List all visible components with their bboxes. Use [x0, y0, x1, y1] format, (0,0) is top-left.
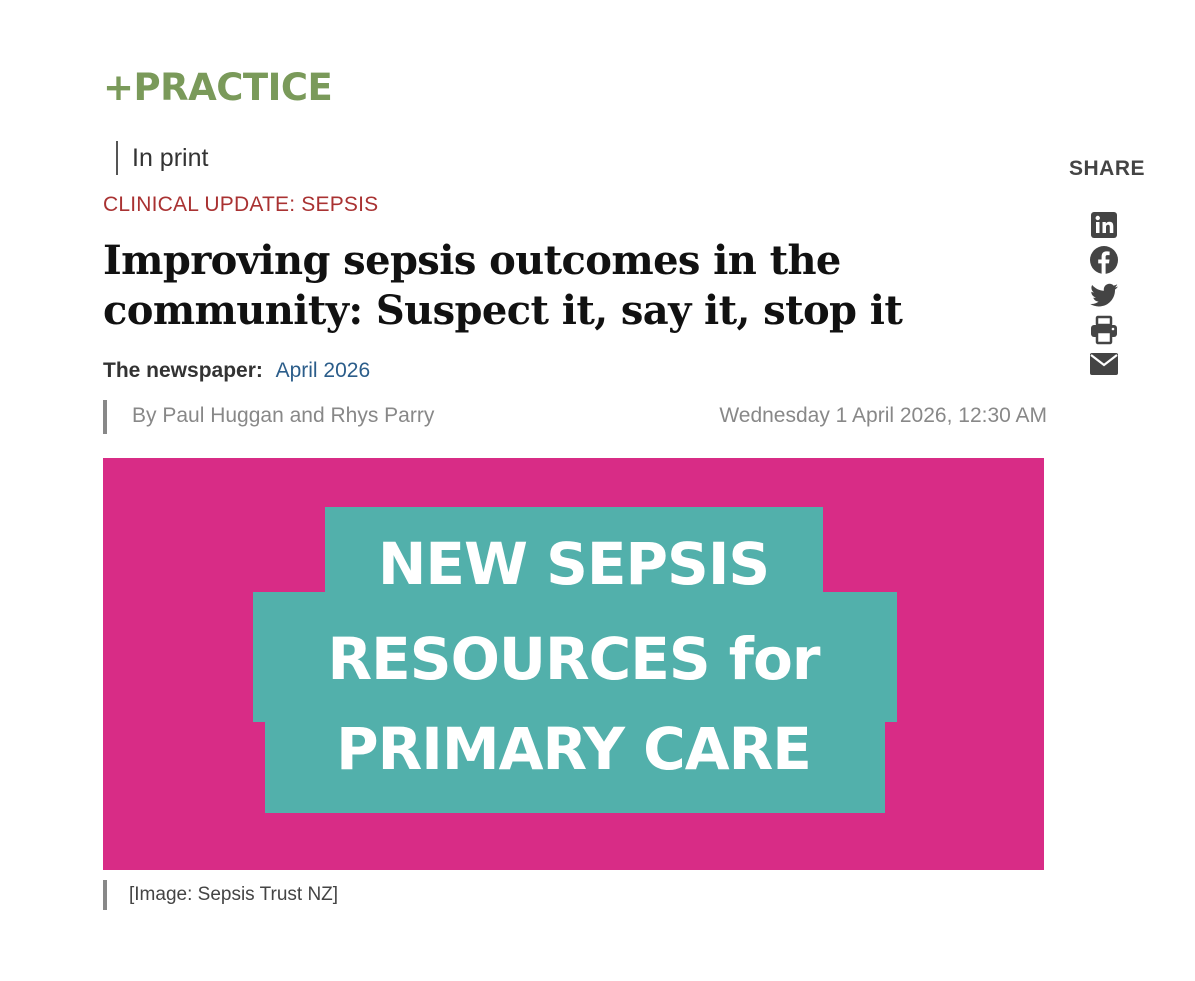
- article-category[interactable]: CLINICAL UPDATE: SEPSIS: [103, 193, 378, 217]
- publish-date: Wednesday 1 April 2026, 12:30 AM: [719, 404, 1047, 427]
- newspaper-issue: The newspaper: April 2026: [103, 358, 370, 384]
- article-body-fade: [103, 970, 803, 981]
- email-icon[interactable]: [1088, 348, 1120, 380]
- hero-text-line-1: NEW SEPSIS: [377, 530, 770, 598]
- hero-text-line-3: PRIMARY CARE: [336, 715, 812, 783]
- article-headline: Improving sepsis outcomes in the communi…: [103, 237, 903, 334]
- share-label: SHARE: [1069, 157, 1146, 180]
- byline: By Paul Huggan and Rhys Parry: [132, 404, 435, 427]
- section-label[interactable]: In print: [116, 141, 208, 175]
- hero-image: NEW SEPSIS RESOURCES for PRIMARY CARE: [103, 458, 1044, 870]
- facebook-icon[interactable]: [1088, 244, 1120, 276]
- newspaper-label: The newspaper:: [103, 359, 263, 382]
- twitter-icon[interactable]: [1088, 279, 1120, 311]
- issue-link[interactable]: April 2026: [276, 359, 371, 382]
- hero-text-line-2: RESOURCES for: [327, 625, 821, 693]
- image-caption: [Image: Sepsis Trust NZ]: [103, 880, 338, 910]
- site-logo[interactable]: +PRACTICE: [103, 64, 333, 112]
- byline-row: By Paul Huggan and Rhys Parry Wednesday …: [103, 400, 1047, 434]
- linkedin-icon[interactable]: [1088, 209, 1120, 241]
- print-icon[interactable]: [1088, 314, 1120, 346]
